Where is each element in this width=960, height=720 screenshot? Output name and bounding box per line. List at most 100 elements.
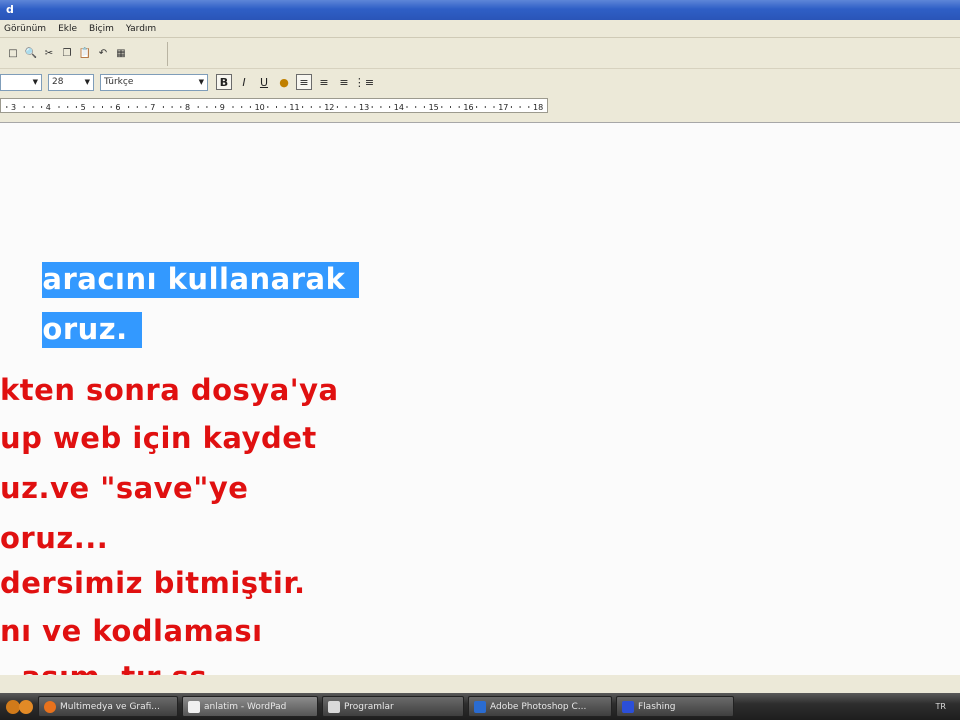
- ruler-ticks: 3 4 5 6 7 8 9 10 11 12 13 14 15 16 17 18: [6, 103, 543, 112]
- ruler-tick: [406, 106, 408, 108]
- ruler-label: 5: [81, 103, 86, 112]
- cut-icon[interactable]: ✂: [42, 47, 56, 61]
- ruler-tick: [484, 106, 486, 108]
- ruler-tick: [310, 106, 312, 108]
- firefox-icon: [44, 700, 56, 713]
- font-size-select[interactable]: 28 ▼: [48, 73, 94, 91]
- font-name-select[interactable]: ▼: [0, 73, 42, 91]
- ruler-tick: [458, 106, 460, 108]
- menu-help[interactable]: Yardım: [126, 24, 156, 34]
- ruler-tick: [415, 106, 417, 108]
- align-right-icon[interactable]: ≡: [336, 74, 352, 90]
- text-line-2: up web için kaydet: [0, 421, 317, 455]
- ruler-tick: [510, 106, 512, 108]
- menu-view[interactable]: Görünüm: [4, 24, 46, 34]
- window-title: d: [6, 3, 14, 16]
- ruler-tick: [423, 106, 425, 108]
- italic-button[interactable]: I: [236, 74, 252, 90]
- print-preview-icon[interactable]: □: [6, 47, 20, 61]
- chevron-down-icon: ▼: [84, 78, 90, 86]
- ruler-tick: [171, 106, 173, 108]
- ruler-tick: [145, 106, 147, 108]
- taskbar-item-flashing[interactable]: Flashing: [616, 696, 734, 717]
- underline-button[interactable]: U: [256, 74, 272, 90]
- ruler-label: 11: [289, 103, 299, 112]
- bullets-icon[interactable]: ⋮≡: [354, 74, 374, 90]
- text-line-1: kten sonra dosya'ya: [0, 373, 339, 407]
- color-icon[interactable]: ●: [276, 74, 292, 90]
- ruler-tick: [162, 106, 164, 108]
- align-center-icon[interactable]: ≡: [316, 74, 332, 90]
- ruler-tick: [75, 106, 77, 108]
- ruler-tick: [519, 106, 521, 108]
- script-select[interactable]: Türkçe ▼: [100, 73, 208, 91]
- ruler-tick: [215, 106, 217, 108]
- window-title-bar[interactable]: d: [0, 0, 960, 20]
- chevron-down-icon: ▼: [198, 78, 204, 86]
- document-area[interactable]: aracını kullanarak oruz. kten sonra dosy…: [0, 122, 960, 675]
- ruler-tick: [32, 106, 34, 108]
- ruler-tick: [319, 106, 321, 108]
- menu-insert[interactable]: Ekle: [58, 24, 77, 34]
- paste-icon[interactable]: 📋: [78, 47, 92, 61]
- ruler-tick: [354, 106, 356, 108]
- text-line-7: asım tır ss: [0, 660, 207, 675]
- insert-datetime-icon[interactable]: ▦: [114, 47, 128, 61]
- find-icon[interactable]: 🔍: [24, 47, 38, 61]
- ruler-tick: [345, 106, 347, 108]
- ruler-tick: [180, 106, 182, 108]
- ruler-tick: [23, 106, 25, 108]
- undo-icon[interactable]: ↶: [96, 47, 110, 61]
- ruler-tick: [284, 106, 286, 108]
- text-line-3: uz.ve "save"ye: [0, 471, 249, 505]
- ruler-tick: [441, 106, 443, 108]
- ruler-label: 17: [498, 103, 508, 112]
- ruler-label: 10: [255, 103, 265, 112]
- ruler-tick: [206, 106, 208, 108]
- ruler-tick: [302, 106, 304, 108]
- ruler-label: 7: [150, 103, 155, 112]
- ruler-label: 6: [115, 103, 120, 112]
- start-button[interactable]: [0, 697, 38, 717]
- text-line-6: nı ve kodlaması: [0, 614, 263, 648]
- ruler-label: 3: [11, 103, 16, 112]
- taskbar-item-wordpad[interactable]: anlatim - WordPad: [182, 696, 318, 717]
- copy-icon[interactable]: ❐: [60, 47, 74, 61]
- ruler-label: 9: [220, 103, 225, 112]
- ruler-tick: [41, 106, 43, 108]
- ruler-tick: [110, 106, 112, 108]
- taskbar-item-photoshop[interactable]: Adobe Photoshop C...: [468, 696, 612, 717]
- ruler-tick: [58, 106, 60, 108]
- ruler-tick: [267, 106, 269, 108]
- ruler[interactable]: 3 4 5 6 7 8 9 10 11 12 13 14 15 16 17 18: [0, 98, 548, 113]
- ruler-tick: [336, 106, 338, 108]
- selected-line-2: oruz.: [0, 278, 142, 380]
- ruler-tick: [380, 106, 382, 108]
- ruler-tick: [476, 106, 478, 108]
- ruler-tick: [6, 106, 8, 108]
- ruler-tick: [128, 106, 130, 108]
- ruler-tick: [493, 106, 495, 108]
- start-orb-icon: [6, 699, 33, 714]
- ruler-label: 16: [463, 103, 473, 112]
- ruler-tick: [136, 106, 138, 108]
- flash-icon: [622, 700, 634, 713]
- text-line-5: dersimiz bitmiştir.: [0, 566, 306, 600]
- ruler-tick: [450, 106, 451, 108]
- menu-format[interactable]: Biçim: [89, 24, 114, 34]
- ruler-background: [548, 98, 960, 113]
- ruler-tick: [93, 106, 95, 108]
- taskbar-item-firefox[interactable]: Multimedya ve Grafi...: [38, 696, 178, 717]
- ruler-tick: [241, 106, 243, 108]
- ruler-label: 12: [324, 103, 334, 112]
- menu-bar: Görünüm Ekle Biçim Yardım: [0, 20, 960, 38]
- align-left-icon[interactable]: ≡: [296, 74, 312, 90]
- taskbar-item-programs[interactable]: Programlar: [322, 696, 464, 717]
- wordpad-icon: [188, 700, 200, 713]
- ruler-tick: [249, 106, 251, 108]
- ruler-tick: [67, 106, 69, 108]
- ruler-tick: [102, 106, 103, 108]
- ruler-tick: [232, 106, 234, 108]
- language-indicator[interactable]: TR: [936, 702, 946, 711]
- bold-button[interactable]: B: [216, 74, 232, 90]
